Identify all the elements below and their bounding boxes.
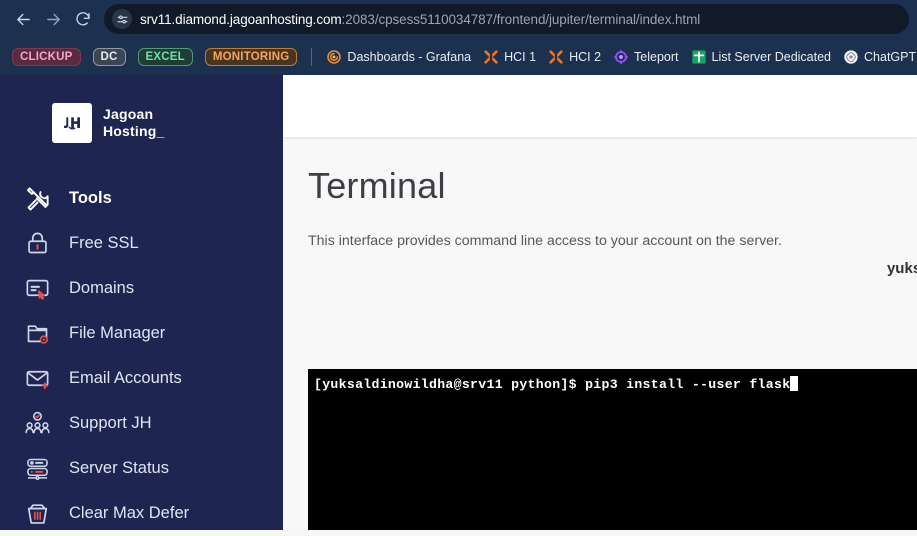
terminal-line: [yuksaldinowildha@srv11 python]$ pip3 in… — [308, 369, 917, 392]
sidebar-nav: Tools Free SSL Domains File Manager Emai… — [0, 176, 283, 536]
bookmark-hci-2-label: HCI 2 — [569, 49, 602, 64]
page-body: Jagoan Hosting_ Tools Free SSL Domains F… — [0, 75, 917, 530]
arrow-left-icon — [16, 13, 30, 25]
bookmark-list-server-dedicated[interactable]: List Server Dedicated — [685, 46, 838, 68]
browser-nav-bar: srv11.diamond.jagoanhosting.com:2083/cps… — [0, 0, 917, 38]
hci-x-icon — [484, 49, 498, 64]
site-settings-icon[interactable] — [112, 9, 132, 29]
bookmark-hci-2[interactable]: HCI 2 — [542, 46, 607, 68]
sidebar-item-server-status[interactable]: Server Status — [0, 446, 283, 491]
page-description: This interface provides command line acc… — [308, 233, 782, 249]
sidebar: Jagoan Hosting_ Tools Free SSL Domains F… — [0, 75, 283, 530]
sidebar-item-support-jh[interactable]: Support JH — [0, 401, 283, 446]
bookmark-monitoring[interactable]: MONITORING — [199, 45, 304, 69]
file-manager-icon — [27, 325, 48, 344]
sidebar-item-server-status-label: Server Status — [69, 459, 169, 477]
browser-chrome: srv11.diamond.jagoanhosting.com:2083/cps… — [0, 0, 917, 75]
sidebar-item-clear-max-defer[interactable]: Clear Max Defer — [0, 491, 283, 536]
bookmark-dc[interactable]: DC — [87, 45, 132, 69]
sidebar-item-tools[interactable]: Tools — [0, 176, 283, 221]
url-path: :2083/cpsess5110034787/frontend/jupiter/… — [341, 11, 701, 27]
forward-button[interactable] — [38, 4, 68, 34]
bookmark-dc-label: DC — [92, 47, 126, 66]
reload-button[interactable] — [68, 4, 98, 34]
bookmark-clickup[interactable]: CLICKUP — [6, 45, 87, 69]
tools-icon — [26, 187, 49, 211]
grafana-icon — [327, 49, 342, 64]
bookmark-teleport-label: Teleport — [634, 49, 679, 64]
bookmark-grafana[interactable]: Dashboards - Grafana — [320, 46, 477, 68]
brand-name: Jagoan Hosting_ — [103, 105, 165, 140]
sidebar-item-clear-max-defer-label: Clear Max Defer — [69, 504, 190, 522]
brand-logo[interactable]: Jagoan Hosting_ — [0, 75, 283, 143]
terminal-cursor — [790, 376, 799, 391]
sidebar-item-free-ssl[interactable]: Free SSL — [0, 221, 283, 266]
bookmark-monitoring-label: MONITORING — [204, 47, 298, 66]
sidebar-item-tools-label: Tools — [69, 189, 112, 207]
bookmark-list-server-dedicated-label: List Server Dedicated — [711, 49, 832, 64]
terminal-command: pip3 install --user flask — [585, 377, 791, 392]
lock-icon — [28, 232, 47, 254]
bookmark-hci-1[interactable]: HCI 1 — [477, 46, 542, 68]
bookmark-separator — [311, 47, 313, 66]
sidebar-item-file-manager-label: File Manager — [69, 324, 166, 342]
bookmark-hci-1-label: HCI 1 — [504, 49, 537, 64]
domains-icon — [26, 279, 49, 300]
back-button[interactable] — [8, 4, 38, 34]
bookmark-chatgpt[interactable]: ChatGPT — [837, 46, 917, 68]
bookmark-excel[interactable]: EXCEL — [132, 45, 199, 69]
arrow-right-icon — [46, 13, 60, 25]
server-icon — [27, 458, 48, 480]
reload-icon — [76, 12, 90, 26]
url-host: srv11.diamond.jagoanhosting.com — [140, 11, 342, 27]
sidebar-item-email-accounts-label: Email Accounts — [69, 369, 182, 387]
url-text: srv11.diamond.jagoanhosting.com:2083/cps… — [140, 12, 700, 27]
jh-monogram-icon — [52, 103, 92, 143]
chatgpt-icon — [844, 49, 858, 64]
sidebar-item-domains[interactable]: Domains — [0, 266, 283, 311]
terminal-username: yuksaldinowildha — [886, 260, 917, 277]
bookmark-teleport[interactable]: Teleport — [607, 46, 684, 68]
sidebar-item-file-manager[interactable]: File Manager — [0, 311, 283, 356]
bookmark-clickup-label: CLICKUP — [12, 47, 81, 66]
address-bar[interactable]: srv11.diamond.jagoanhosting.com:2083/cps… — [104, 4, 909, 34]
sidebar-item-support-jh-label: Support JH — [69, 414, 152, 432]
green-cross-icon — [691, 49, 706, 64]
hci-x-icon — [549, 49, 563, 64]
terminal-window[interactable]: [yuksaldinowildha@srv11 python]$ pip3 in… — [308, 369, 917, 530]
bookmark-excel-label: EXCEL — [137, 47, 193, 66]
bookmark-chatgpt-label: ChatGPT — [864, 49, 917, 64]
sidebar-item-free-ssl-label: Free SSL — [69, 234, 139, 252]
content-scroll-area: Terminal This interface provides command… — [283, 137, 917, 530]
sidebar-item-domains-label: Domains — [69, 279, 135, 297]
trash-icon — [27, 504, 48, 524]
sidebar-item-email-accounts[interactable]: Email Accounts — [0, 356, 283, 401]
bookmarks-bar: CLICKUP DC EXCEL MONITORING Dashboards -… — [0, 38, 917, 75]
bookmark-grafana-label: Dashboards - Grafana — [347, 49, 472, 64]
support-icon — [25, 411, 50, 434]
page-title: Terminal — [308, 165, 446, 206]
terminal-prompt: [yuksaldinowildha@srv11 python]$ — [314, 377, 586, 392]
main-content: Terminal This interface provides command… — [283, 75, 917, 530]
teleport-icon — [613, 49, 629, 64]
email-icon — [26, 370, 49, 390]
content-header-bar — [283, 75, 917, 137]
jh-monogram-glyph — [64, 117, 80, 130]
